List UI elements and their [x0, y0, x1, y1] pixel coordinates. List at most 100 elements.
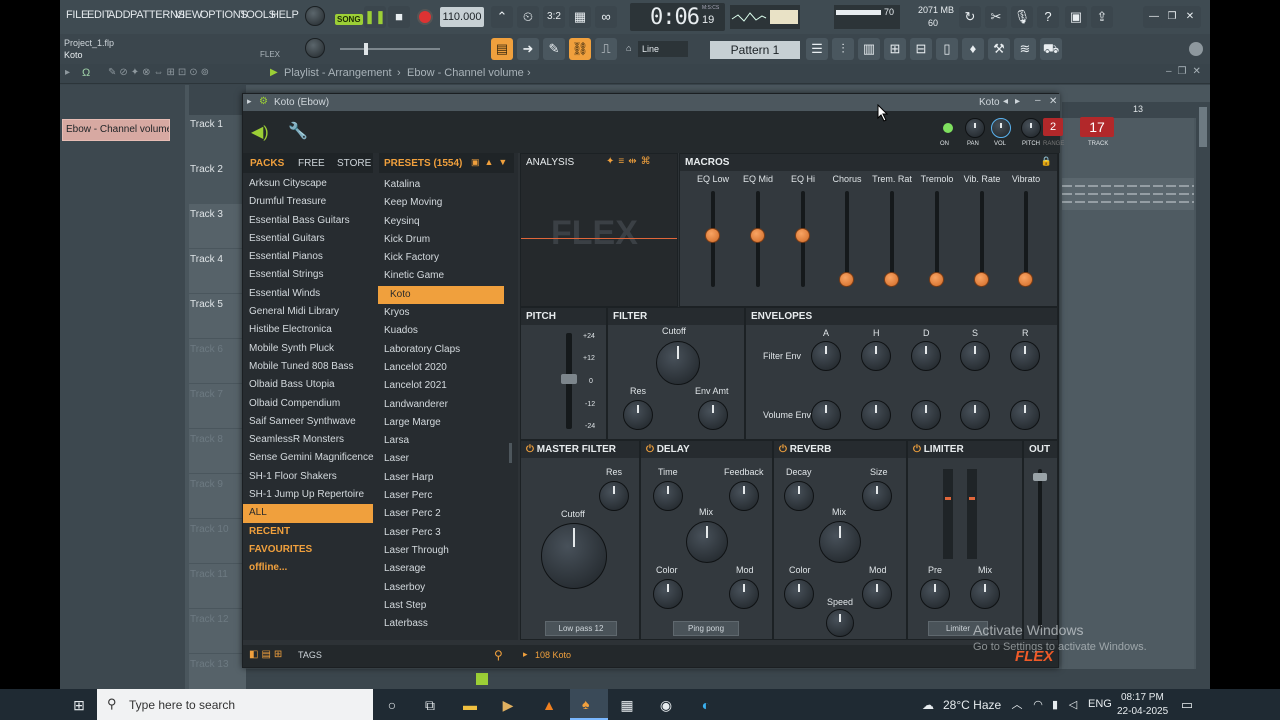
song-mode-toggle[interactable]: SONG	[335, 14, 363, 25]
pack-item[interactable]: Mobile Tuned 808 Bass	[243, 358, 373, 376]
countdown-icon[interactable]: 3:2	[543, 6, 565, 28]
preset-item[interactable]: Lancelot 2021	[378, 377, 504, 395]
delay-mode-select[interactable]: Ping pong	[673, 621, 739, 636]
power-icon[interactable]: ⏻	[526, 444, 534, 455]
envelope-knob[interactable]	[861, 341, 891, 371]
pack-item[interactable]: Olbaid Compendium	[243, 395, 373, 413]
menu-view[interactable]: VIEW	[175, 9, 202, 21]
preset-item[interactable]: Keysinq	[378, 213, 504, 231]
preset-item[interactable]: Kuados	[378, 322, 504, 340]
pack-item[interactable]: Histibe Electronica	[243, 321, 373, 339]
save-icon[interactable]: ▣	[1065, 6, 1087, 28]
preset-item[interactable]: Laser Perc 2	[378, 505, 504, 523]
channel-rack-icon[interactable]: ⫶	[832, 38, 854, 60]
plugin-minimize-button[interactable]: –	[1035, 95, 1041, 106]
weather-text[interactable]: 28°C Haze	[943, 698, 1001, 712]
stamp-icon[interactable]: ⎍	[595, 38, 617, 60]
pack-item[interactable]: Essential Winds	[243, 285, 373, 303]
filter-env-knob[interactable]	[698, 400, 728, 430]
playlist-scrollbar[interactable]	[1196, 102, 1210, 689]
pack-item[interactable]: Essential Guitars	[243, 230, 373, 248]
browser-icon[interactable]: ⊞	[884, 38, 906, 60]
track-header[interactable]: Track 8	[189, 429, 246, 473]
reverb-mix-knob[interactable]	[819, 521, 861, 563]
filter-favourites[interactable]: FAVOURITES	[243, 541, 373, 559]
touch-controller-icon[interactable]: ♦	[962, 38, 984, 60]
track-header[interactable]: Track 10	[189, 519, 246, 563]
tags-button[interactable]: TAGS	[298, 650, 322, 660]
plugin-title-bar[interactable]: ▸ ⚙ Koto (Ebow) Koto ◂ ▸ – ✕	[243, 94, 1060, 111]
tempo-display[interactable]: 110.000	[440, 7, 484, 27]
preset-item[interactable]: Landwanderer	[378, 396, 504, 414]
macro-slider-thumb[interactable]	[1018, 272, 1033, 287]
preset-item[interactable]: Laser Through	[378, 542, 504, 560]
plugin-gear-icon[interactable]: ⚙	[259, 96, 268, 107]
limiter-pre-knob[interactable]	[920, 579, 950, 609]
preset-sort-icons[interactable]: ▣▲▼	[471, 157, 512, 168]
prev-preset-icon[interactable]: ◂	[1003, 96, 1008, 107]
microphone-icon[interactable]: 🎙	[1011, 6, 1033, 28]
wait-input-icon[interactable]: ⏲	[517, 6, 539, 28]
undo-icon[interactable]: ↻	[959, 6, 981, 28]
fl-studio-taskbar-item[interactable]: ♠	[570, 689, 608, 720]
pitch-bend-handle[interactable]	[561, 374, 577, 384]
filter-offline[interactable]: offline...	[243, 559, 373, 577]
task-view-icon[interactable]: ⧉	[421, 696, 439, 714]
view-mode-icons[interactable]: ◧▤⊞	[249, 649, 285, 660]
wrench-icon[interactable]: ⚒	[988, 38, 1010, 60]
play-small-icon[interactable]: ▶	[270, 67, 278, 78]
macro-slider-thumb[interactable]	[750, 228, 765, 243]
pack-item[interactable]: Essential Pianos	[243, 248, 373, 266]
on-led[interactable]	[943, 123, 953, 133]
pack-item[interactable]: Saif Sameer Synthwave	[243, 413, 373, 431]
reverb-mod-knob[interactable]	[862, 579, 892, 609]
clock-time[interactable]: 08:17 PM	[1121, 692, 1164, 703]
envelope-knob[interactable]	[861, 400, 891, 430]
mixer-track-display[interactable]: 17	[1080, 117, 1114, 137]
pan-knob[interactable]	[965, 118, 985, 138]
flow-icon[interactable]: ≋	[1014, 38, 1036, 60]
preset-item[interactable]: Kinetic Game	[378, 267, 504, 285]
tab-store[interactable]: STORE	[337, 158, 371, 169]
horizontal-scrollbar[interactable]	[246, 669, 1196, 689]
envelope-knob[interactable]	[960, 341, 990, 371]
file-icon[interactable]: ▯	[936, 38, 958, 60]
preset-item-selected[interactable]: Koto	[378, 285, 504, 305]
output-volume-slider[interactable]	[1038, 469, 1042, 629]
microphone-tray-icon[interactable]: ▮	[1046, 696, 1064, 714]
help-icon[interactable]: ?	[1037, 6, 1059, 28]
master-pitch-knob[interactable]	[305, 38, 325, 58]
preset-item[interactable]: Laterbass	[378, 615, 504, 633]
preset-item[interactable]: Keep Moving	[378, 194, 504, 212]
preset-item[interactable]: Kryos	[378, 304, 504, 322]
preset-item[interactable]: Laser Harp	[378, 469, 504, 487]
timeline-ruler[interactable]: 13	[1062, 102, 1196, 118]
pack-item[interactable]: Olbaid Bass Utopia	[243, 376, 373, 394]
globe-icon[interactable]	[1189, 42, 1203, 56]
pack-item[interactable]: SH-1 Jump Up Repertoire	[243, 486, 373, 504]
delay-time-knob[interactable]	[653, 481, 683, 511]
menu-file[interactable]: FILE	[66, 9, 88, 21]
limiter-mix-knob[interactable]	[970, 579, 1000, 609]
macro-slider-thumb[interactable]	[839, 272, 854, 287]
preset-item[interactable]: Kick Factory	[378, 249, 504, 267]
track-header[interactable]: Track 11	[189, 564, 246, 608]
automation-clip[interactable]: Ebow - Channel volume	[62, 119, 170, 141]
tab-packs[interactable]: PACKS	[250, 158, 284, 169]
envelope-knob[interactable]	[1010, 341, 1040, 371]
track-header[interactable]: Track 3	[189, 204, 246, 248]
master-cutoff-knob[interactable]	[541, 523, 607, 589]
wrench-settings-icon[interactable]: 🔧	[288, 121, 308, 141]
track-header[interactable]: Track 9	[189, 474, 246, 518]
track-header[interactable]: Track 12	[189, 609, 246, 653]
track-header[interactable]: Track 6	[189, 339, 246, 383]
macro-slider-thumb[interactable]	[705, 228, 720, 243]
envelope-knob[interactable]	[911, 400, 941, 430]
metronome-icon[interactable]: ⌃	[491, 6, 513, 28]
master-slider[interactable]	[340, 43, 440, 55]
arrow-tool-icon[interactable]: ➜	[517, 38, 539, 60]
envelope-knob[interactable]	[1010, 400, 1040, 430]
speaker-icon[interactable]: ◀)	[251, 122, 269, 142]
playlist-icon[interactable]: ▤	[491, 38, 513, 60]
filter-res-knob[interactable]	[623, 400, 653, 430]
